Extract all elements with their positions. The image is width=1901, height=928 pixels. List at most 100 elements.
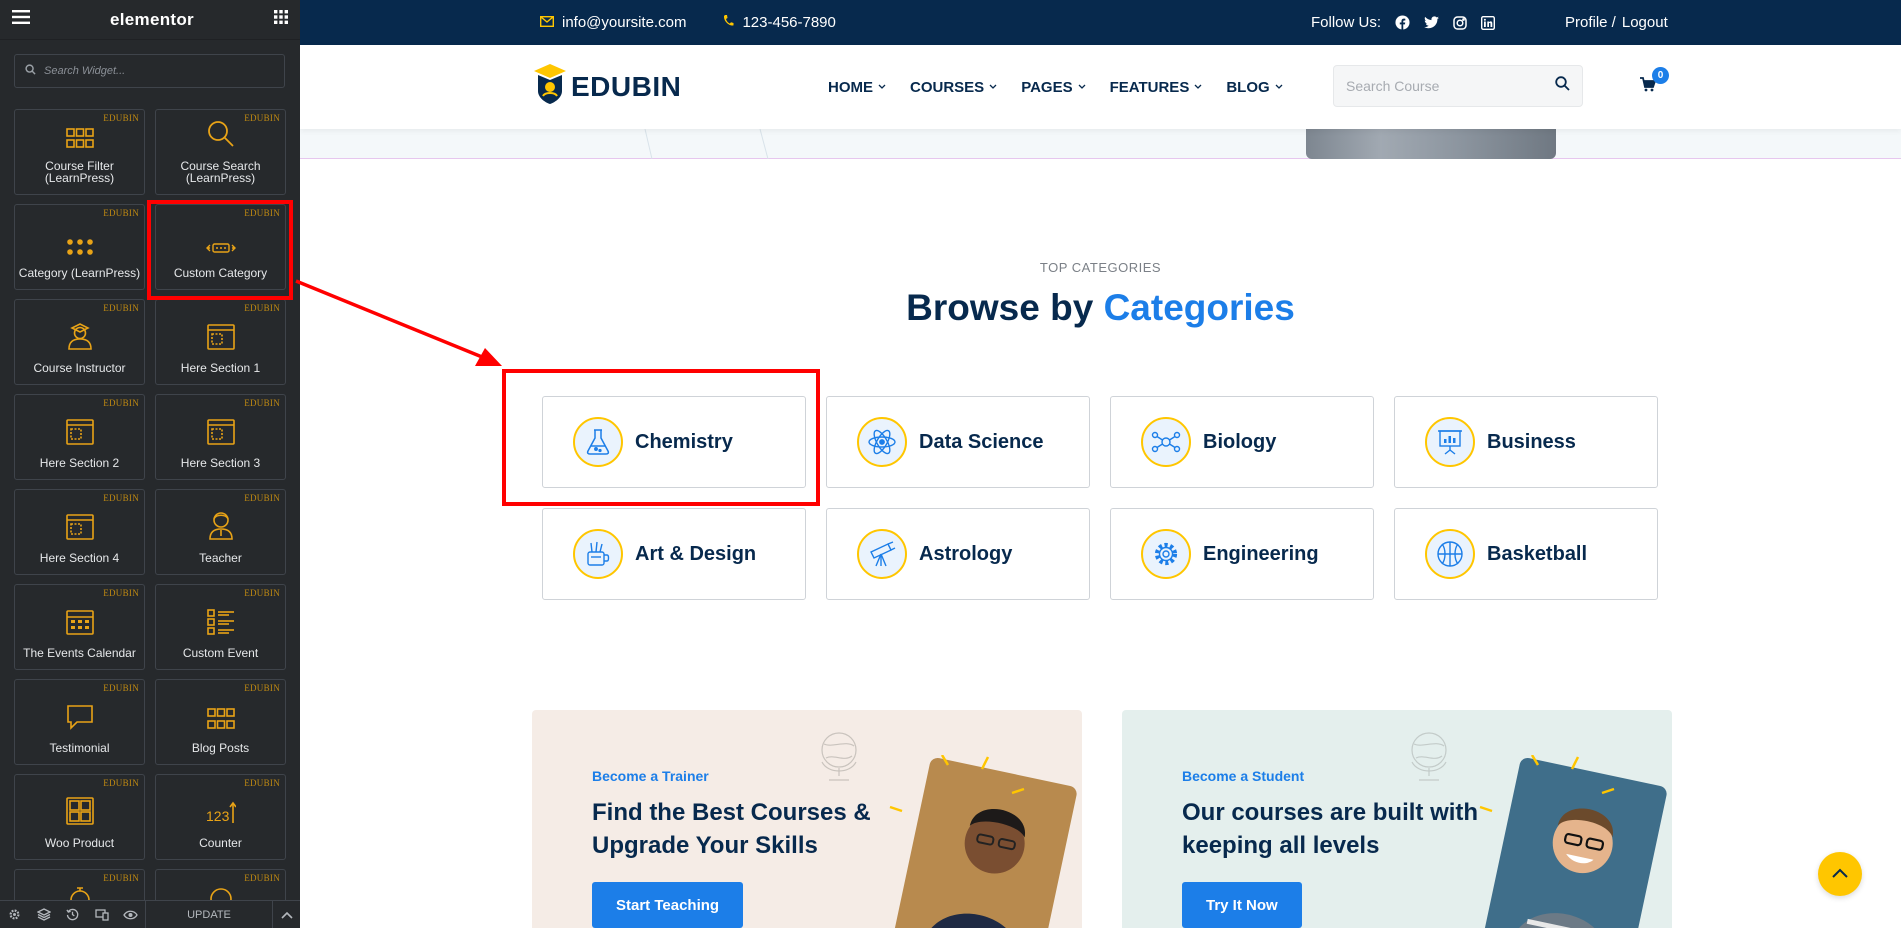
category-card-biology[interactable]: Biology [1110,396,1374,488]
history-icon[interactable] [58,901,87,928]
logout-link[interactable]: Logout [1622,14,1668,31]
promo-title: Our courses are built with keeping all l… [1182,799,1479,859]
course-search[interactable] [1333,65,1583,107]
edubin-tag: EDUBIN [103,303,139,313]
widget-course-instructor[interactable]: EDUBIN Course Instructor [14,299,145,385]
kicker: Become a Student [1182,768,1305,784]
email-item[interactable]: info@yoursite.com [532,14,686,31]
instagram-icon[interactable] [1453,15,1467,30]
category-card-data-science[interactable]: Data Science [826,396,1090,488]
widget-blog-posts[interactable]: EDUBIN Blog Posts [155,679,286,765]
widget-woo-product[interactable]: EDUBIN Woo Product [14,774,145,860]
elementor-panel: elementor EDUBIN Course Filter (LearnPre… [0,0,300,928]
widget-events-calendar[interactable]: EDUBIN The Events Calendar [14,584,145,670]
widget-category-learnpress[interactable]: EDUBIN Category (LearnPress) [14,204,145,290]
edubin-tag: EDUBIN [103,113,139,123]
search-icon [25,62,36,80]
menu-home[interactable]: HOME [828,79,886,96]
category-card-engineering[interactable]: Engineering [1110,508,1374,600]
category-card-basketball[interactable]: Basketball [1394,508,1658,600]
widget-custom-category[interactable]: EDUBIN Custom Category [155,204,286,290]
search-icon[interactable] [1555,76,1570,96]
calendar-icon [65,609,94,640]
scroll-to-top-button[interactable] [1818,852,1862,896]
chevron-down-icon [1194,84,1202,89]
widget-label-line2: (LearnPress) [44,171,115,185]
edubin-tag: EDUBIN [103,398,139,408]
hero-bottom-strip [300,129,1901,159]
menu-blog[interactable]: BLOG [1226,78,1283,96]
chevron-up-icon[interactable] [272,900,300,928]
phone-icon [722,14,734,32]
site-logo[interactable]: EDUBIN [533,63,681,110]
section-icon [65,419,94,450]
responsive-mode-icon[interactable] [87,901,116,928]
graduation-shield-icon [533,63,567,110]
widget-testimonial[interactable]: EDUBIN Testimonial [14,679,145,765]
widget-here-section-1[interactable]: EDUBIN Here Section 1 [155,299,286,385]
try-it-now-button[interactable]: Try It Now [1182,882,1302,928]
category-label: Astrology [919,542,1013,565]
category-label: Basketball [1487,542,1588,565]
widget-here-section-2[interactable]: EDUBIN Here Section 2 [14,394,145,480]
category-card-chemistry[interactable]: Chemistry [542,396,806,488]
widget-counter[interactable]: EDUBIN 123 Counter [155,774,286,860]
magnifier-icon [207,120,235,153]
cart[interactable]: 0 [1640,67,1669,97]
globe-doodle-icon [814,728,864,789]
widget-course-filter[interactable]: EDUBIN Course Filter (LearnPress) [14,109,145,195]
update-button[interactable]: UPDATE [145,900,272,928]
instructor-icon [67,320,93,355]
menu-courses[interactable]: COURSES [910,79,997,96]
main-navbar: EDUBIN HOME COURSES PAGES FEATURES BLOG … [300,45,1901,129]
category-label: Data Science [919,430,1044,453]
course-search-input[interactable] [1346,78,1555,94]
elementor-footer: UPDATE [0,900,300,928]
widget-here-section-4[interactable]: EDUBIN Here Section 4 [14,489,145,575]
edubin-tag: EDUBIN [103,683,139,693]
widget-course-search[interactable]: EDUBIN Course Search (LearnPress) [155,109,286,195]
edubin-tag: EDUBIN [103,778,139,788]
category-label: Business [1487,430,1576,453]
edubin-tag: EDUBIN [244,873,280,883]
apps-grid-icon[interactable] [273,10,288,29]
twitter-icon[interactable] [1424,16,1440,29]
category-card-business[interactable]: Business [1394,396,1658,488]
widget-label: Here Section 3 [180,456,261,470]
navigator-layers-icon[interactable] [29,901,58,928]
settings-gear-icon[interactable] [0,901,29,928]
widget-here-section-3[interactable]: EDUBIN Here Section 3 [155,394,286,480]
start-teaching-button[interactable]: Start Teaching [592,882,744,928]
linkedin-icon[interactable] [1481,15,1496,30]
widget-teacher[interactable]: EDUBIN Teacher [155,489,286,575]
preview-eye-icon[interactable] [116,901,145,928]
dots-grid-icon [66,239,93,260]
list-icon [206,609,235,640]
edubin-tag: EDUBIN [244,778,280,788]
menu-pages[interactable]: PAGES [1021,79,1086,96]
menu-label: HOME [828,78,873,96]
edubin-tag: EDUBIN [244,303,280,313]
widget-search[interactable] [14,54,285,88]
edubin-tag: EDUBIN [244,493,280,503]
blog-grid-icon [206,708,235,735]
widget-label: Teacher [199,551,242,565]
facebook-icon[interactable] [1395,15,1410,30]
widget-custom-event[interactable]: EDUBIN Custom Event [155,584,286,670]
envelope-icon [539,14,555,31]
category-card-astrology[interactable]: Astrology [826,508,1090,600]
widget-label: Category (LearnPress) [18,266,141,280]
menu-features[interactable]: FEATURES [1110,79,1203,96]
widget-search-input[interactable] [44,65,264,77]
section-title: Browse by Categories [300,287,1901,329]
hero-decor-lines [644,129,769,159]
promo-become-trainer: Become a Trainer Find the Best Courses &… [532,710,1082,928]
profile-link[interactable]: Profile / [1565,14,1616,31]
globe-doodle-icon [1404,728,1454,789]
phone-item[interactable]: 123-456-7890 [714,14,836,32]
telescope-icon [857,529,907,579]
kicker: Become a Trainer [592,768,709,784]
hamburger-menu-icon[interactable] [12,10,30,29]
menu-label: BLOG [1226,78,1270,96]
category-card-art-design[interactable]: Art & Design [542,508,806,600]
